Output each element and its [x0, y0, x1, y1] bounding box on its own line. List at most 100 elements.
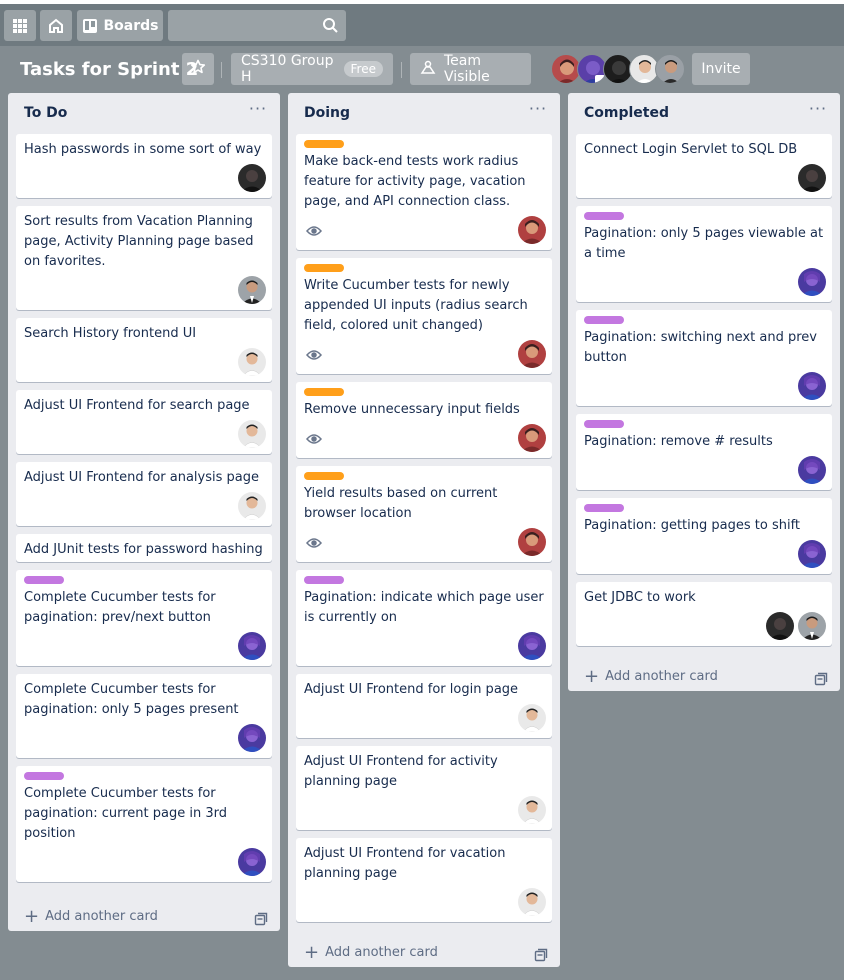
avatar[interactable] — [518, 632, 546, 660]
card[interactable]: Search History frontend UI — [16, 318, 272, 382]
card-title: Pagination: indicate which page user is … — [304, 590, 544, 625]
board-header: Tasks for Sprint 2 CS310 Group H Free Te… — [0, 46, 844, 92]
card[interactable]: Adjust UI Frontend for login page — [296, 674, 552, 738]
card[interactable]: Complete Cucumber tests for pagination: … — [16, 674, 272, 758]
card-title: Remove unnecessary input fields — [304, 402, 520, 417]
card-label-purple[interactable] — [584, 420, 624, 428]
plus-icon: + — [584, 665, 600, 687]
avatar[interactable] — [798, 268, 826, 296]
card[interactable]: Yield results based on current browser l… — [296, 466, 552, 562]
card[interactable]: Sort results from Vacation Planning page… — [16, 206, 272, 310]
more-icon[interactable]: ··· — [808, 101, 828, 121]
card-label-purple[interactable] — [24, 576, 64, 584]
card[interactable]: Complete Cucumber tests for pagination: … — [16, 570, 272, 666]
card[interactable]: Pagination: remove # results — [576, 414, 832, 490]
avatar[interactable] — [798, 612, 826, 640]
boards-button[interactable]: Boards — [77, 10, 163, 41]
more-icon[interactable]: ··· — [248, 101, 268, 121]
avatar[interactable] — [238, 724, 266, 752]
team-button[interactable]: CS310 Group H Free — [231, 53, 393, 85]
avatar[interactable] — [518, 704, 546, 732]
boards-label: Boards — [103, 17, 159, 34]
more-icon[interactable]: ··· — [528, 101, 548, 121]
card[interactable]: Pagination: switching next and prev butt… — [576, 310, 832, 406]
list-doing: Doing ··· Make back-end tests work radius … — [288, 93, 560, 967]
avatar[interactable] — [238, 348, 266, 376]
avatar[interactable] — [518, 424, 546, 452]
avatar[interactable] — [798, 372, 826, 400]
card-label-purple[interactable] — [584, 316, 624, 324]
search-input[interactable] — [168, 10, 346, 41]
card[interactable]: Adjust UI Frontend for vacation planning… — [296, 838, 552, 922]
list-title[interactable]: Doing — [304, 105, 350, 121]
card[interactable]: Remove unnecessary input fields — [296, 382, 552, 458]
card-title: Connect Login Servlet to SQL DB — [584, 142, 798, 157]
avatar[interactable] — [518, 796, 546, 824]
card[interactable]: Adjust UI Frontend for activity planning… — [296, 746, 552, 830]
add-card-label: Add another card — [325, 945, 438, 960]
card[interactable]: Pagination: getting pages to shift — [576, 498, 832, 574]
card-template-icon[interactable] — [534, 947, 548, 962]
card[interactable]: Make back-end tests work radius feature … — [296, 134, 552, 250]
list-title[interactable]: Completed — [584, 105, 669, 121]
card[interactable]: Adjust UI Frontend for search page — [16, 390, 272, 454]
add-card-button[interactable]: + Add another card — [24, 907, 158, 925]
card-label-purple[interactable] — [24, 772, 64, 780]
app-switcher-button[interactable] — [4, 10, 36, 41]
card[interactable]: Connect Login Servlet to SQL DB — [576, 134, 832, 198]
avatar[interactable] — [238, 420, 266, 448]
card-title: Sort results from Vacation Planning page… — [24, 214, 254, 269]
add-card-button[interactable]: + Add another card — [304, 941, 438, 963]
search-icon — [322, 17, 339, 38]
list-header: Doing ··· — [288, 93, 560, 133]
card[interactable]: Complete Cucumber tests for pagination: … — [16, 766, 272, 882]
card[interactable]: Adjust UI Frontend for analysis page — [16, 462, 272, 526]
card-template-icon[interactable] — [814, 671, 828, 686]
avatar[interactable] — [798, 456, 826, 484]
avatar[interactable] — [238, 632, 266, 660]
card-label-orange[interactable] — [304, 140, 344, 148]
card-label-purple[interactable] — [584, 504, 624, 512]
add-card-button[interactable]: + Add another card — [584, 665, 718, 687]
avatar[interactable] — [518, 528, 546, 556]
card[interactable]: Pagination: indicate which page user is … — [296, 570, 552, 666]
plus-icon: + — [304, 941, 320, 963]
board-title[interactable]: Tasks for Sprint 2 — [20, 59, 198, 80]
card-title: Add JUnit tests for password hashing — [24, 542, 263, 557]
avatar[interactable] — [238, 492, 266, 520]
avatar[interactable] — [518, 340, 546, 368]
avatar[interactable] — [238, 276, 266, 304]
avatar[interactable] — [655, 54, 685, 84]
top-nav-bar: Boards — [0, 0, 844, 46]
list-header: To Do ··· — [8, 93, 280, 133]
card-title: Pagination: remove # results — [584, 434, 773, 449]
card-label-orange[interactable] — [304, 264, 344, 272]
avatar[interactable] — [238, 164, 266, 192]
avatar[interactable] — [238, 848, 266, 876]
card-label-purple[interactable] — [584, 212, 624, 220]
card-label-orange[interactable] — [304, 472, 344, 480]
avatar[interactable] — [798, 540, 826, 568]
card-label-purple[interactable] — [304, 576, 344, 584]
add-card-label: Add another card — [605, 669, 718, 684]
card-template-icon[interactable] — [254, 911, 268, 926]
avatar[interactable] — [518, 888, 546, 916]
visibility-button[interactable]: Team Visible — [410, 53, 531, 85]
avatar[interactable] — [798, 164, 826, 192]
card[interactable]: Write Cucumber tests for newly appended … — [296, 258, 552, 374]
invite-button[interactable]: Invite — [692, 53, 750, 85]
card-title: Make back-end tests work radius feature … — [304, 154, 526, 209]
visibility-label: Team Visible — [444, 53, 490, 85]
list-title[interactable]: To Do — [24, 105, 67, 121]
avatar[interactable] — [518, 216, 546, 244]
home-button[interactable] — [40, 10, 72, 41]
card-title: Pagination: switching next and prev butt… — [584, 330, 817, 365]
star-button[interactable] — [182, 53, 214, 85]
card[interactable]: Get JDBC to work — [576, 582, 832, 646]
avatar[interactable] — [766, 612, 794, 640]
home-icon — [47, 17, 65, 35]
card[interactable]: Add JUnit tests for password hashing — [16, 534, 272, 562]
card-label-orange[interactable] — [304, 388, 344, 396]
card[interactable]: Hash passwords in some sort of way — [16, 134, 272, 198]
card[interactable]: Pagination: only 5 pages viewable at a t… — [576, 206, 832, 302]
